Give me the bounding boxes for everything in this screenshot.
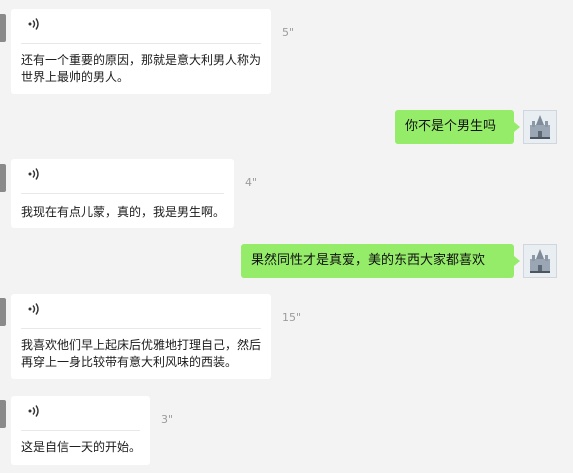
voice-message-bubble[interactable]: 这是自信一天的开始。	[11, 396, 150, 465]
voice-duration: 15"	[282, 311, 302, 324]
voice-wave-icon	[28, 405, 39, 417]
bubble-divider	[21, 430, 140, 431]
voice-transcript: 还有一个重要的原因，那就是意大利男人称为 世界上最帅的男人。	[21, 53, 262, 84]
voice-wave-icon	[28, 168, 39, 180]
sent-message-bubble[interactable]: 你不是个男生吗	[395, 110, 520, 144]
cathedral-image	[524, 245, 556, 277]
voice-wave-icon	[28, 18, 39, 30]
voice-duration: 5"	[282, 26, 295, 39]
sender-avatar[interactable]	[0, 14, 6, 42]
voice-message-bubble[interactable]: 我喜欢他们早上起床后优雅地打理自己，然后 再穿上一身比较带有意大利风味的西装。	[11, 294, 271, 379]
voice-message-bubble[interactable]: 还有一个重要的原因，那就是意大利男人称为 世界上最帅的男人。	[11, 9, 271, 94]
voice-duration: 4"	[245, 176, 258, 189]
sent-message-bubble[interactable]: 果然同性才是真爱，美的东西大家都喜欢	[241, 244, 520, 278]
voice-message-bubble[interactable]: 我现在有点儿蒙，真的，我是男生啊。	[11, 159, 234, 228]
cathedral-avatar[interactable]	[523, 110, 557, 144]
voice-transcript: 我现在有点儿蒙，真的，我是男生啊。	[21, 205, 226, 219]
cathedral-avatar[interactable]	[523, 244, 557, 278]
sender-avatar[interactable]	[0, 298, 6, 326]
sender-avatar[interactable]	[0, 400, 6, 428]
voice-transcript: 我喜欢他们早上起床后优雅地打理自己，然后 再穿上一身比较带有意大利风味的西装。	[21, 338, 262, 369]
bubble-divider	[21, 193, 224, 194]
sender-avatar[interactable]	[0, 164, 6, 192]
voice-wave-icon	[28, 303, 39, 315]
voice-transcript: 这是自信一天的开始。	[21, 440, 142, 454]
bubble-divider	[21, 43, 261, 44]
bubble-divider	[21, 328, 261, 329]
voice-duration: 3"	[161, 413, 174, 426]
cathedral-image	[524, 111, 556, 143]
